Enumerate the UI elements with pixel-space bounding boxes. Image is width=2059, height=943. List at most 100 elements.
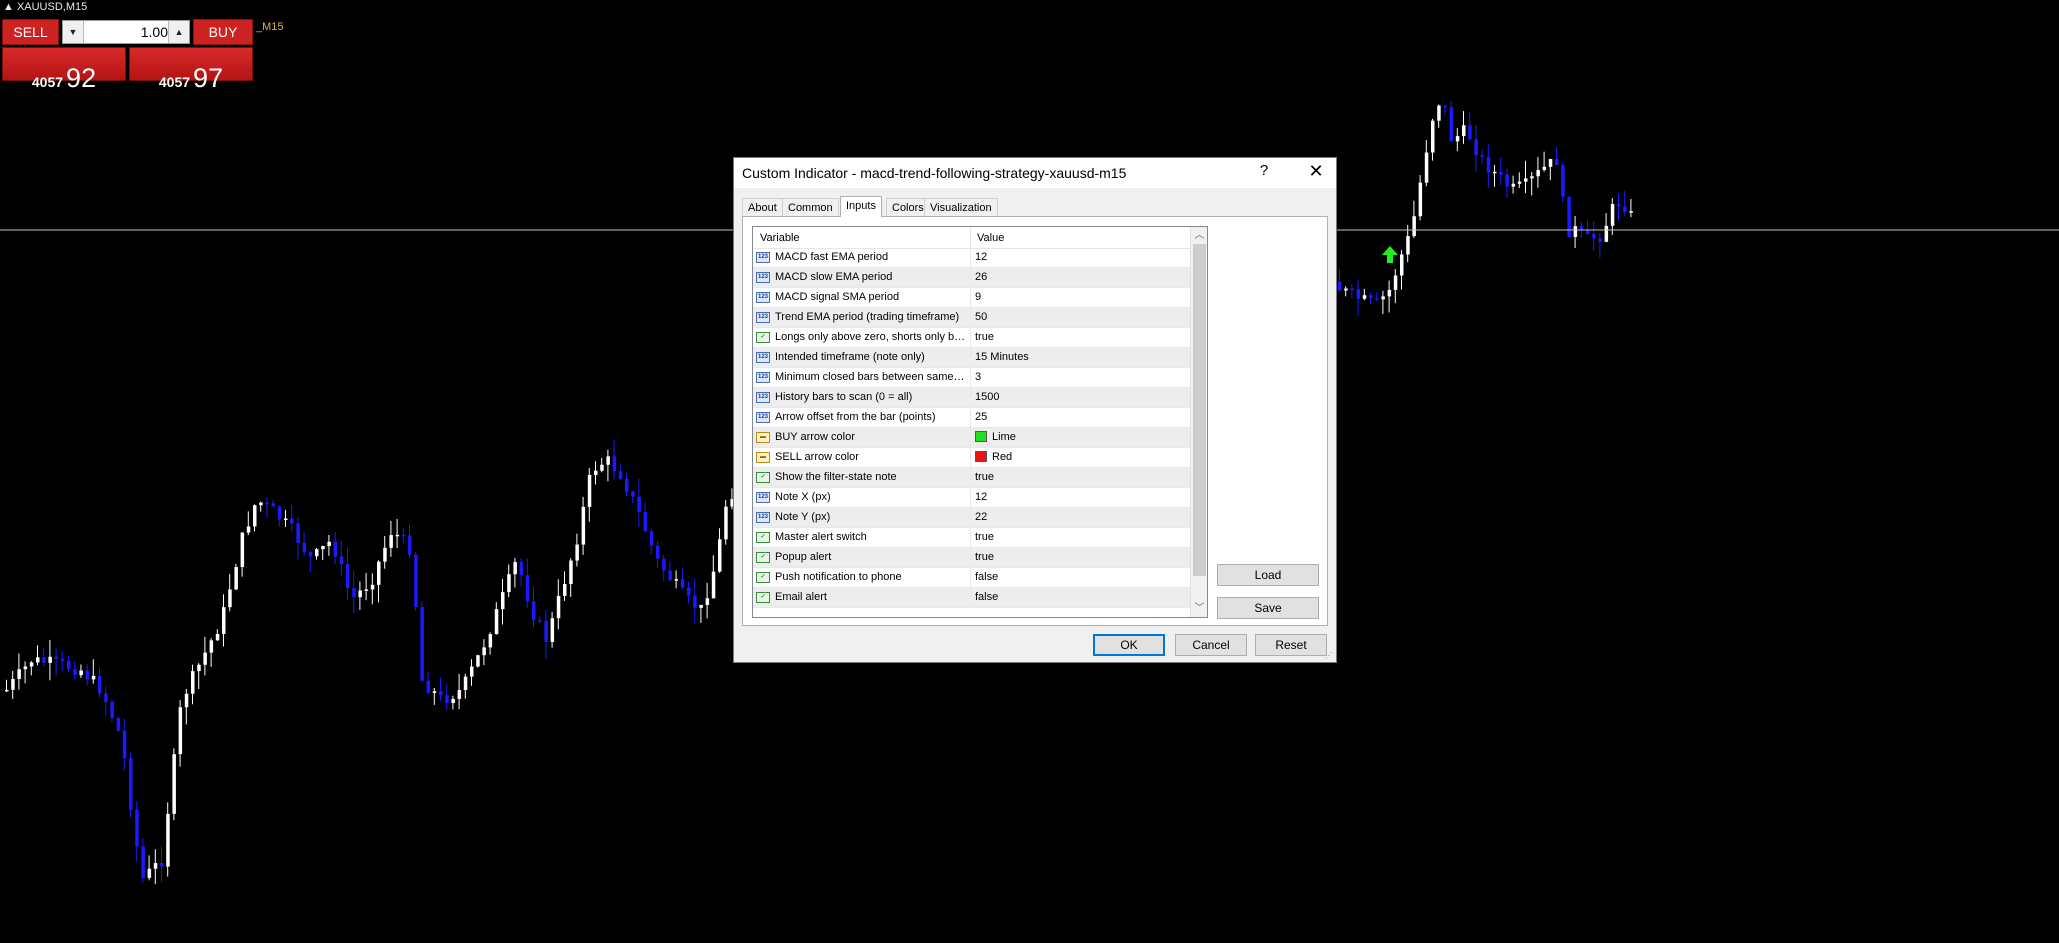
candle-body	[581, 506, 586, 545]
input-variable-name: Minimum closed bars between same-si...	[775, 371, 967, 383]
candle-body	[1493, 171, 1497, 174]
input-value[interactable]: 25	[975, 411, 987, 423]
candle-body	[488, 634, 493, 648]
input-value[interactable]: 50	[975, 311, 987, 323]
lot-size-input[interactable]	[84, 22, 171, 41]
input-value[interactable]: 15 Minutes	[975, 351, 1029, 363]
scroll-thumb[interactable]	[1193, 244, 1206, 576]
candle-body	[1617, 204, 1621, 207]
int-type-icon: 123	[756, 392, 770, 403]
input-row[interactable]: 123 MACD signal SMA period 9	[753, 288, 1190, 308]
input-row[interactable]: ✓ Master alert switch true	[753, 528, 1190, 548]
candle-body	[1369, 295, 1373, 299]
input-value[interactable]: 26	[975, 271, 987, 283]
input-row[interactable]: ✓ Push notification to phone false	[753, 568, 1190, 588]
candle-body	[1437, 105, 1441, 121]
candle-body	[302, 542, 307, 552]
candle-body	[184, 693, 189, 708]
tab-common[interactable]: Common	[782, 198, 839, 216]
candle-body	[1629, 211, 1633, 213]
input-row[interactable]: 123 MACD fast EMA period 12	[753, 248, 1190, 268]
sell-price-minor: 92	[66, 63, 97, 93]
lot-decrease-arrow-icon[interactable]: ▼	[63, 21, 84, 43]
column-header-variable[interactable]: Variable	[760, 232, 800, 244]
input-value[interactable]: 12	[975, 491, 987, 503]
tab-visualization[interactable]: Visualization	[924, 198, 998, 216]
input-row[interactable]: ✓ Popup alert true	[753, 548, 1190, 568]
indicator-short-name: _M15	[256, 21, 284, 33]
input-value[interactable]: Lime	[975, 431, 1016, 443]
candle-body	[191, 671, 195, 694]
scroll-up-icon[interactable]: ︿	[1191, 227, 1207, 244]
input-value-text: true	[975, 551, 994, 563]
input-value[interactable]: true	[975, 551, 994, 563]
input-value[interactable]: Red	[975, 451, 1012, 463]
sell-button[interactable]: SELL	[2, 19, 59, 45]
input-value[interactable]: 22	[975, 511, 987, 523]
input-row[interactable]: 123 History bars to scan (0 = all) 1500	[753, 388, 1190, 408]
buy-button[interactable]: BUY	[193, 19, 253, 45]
candle-body	[439, 691, 443, 696]
close-icon[interactable]: ✕	[1306, 161, 1326, 182]
reset-button[interactable]: Reset	[1255, 634, 1327, 656]
input-row[interactable]: ▬ SELL arrow color Red	[753, 448, 1190, 468]
input-value[interactable]: true	[975, 531, 994, 543]
load-button[interactable]: Load	[1217, 564, 1319, 586]
candle-body	[60, 658, 65, 661]
resize-grip-icon[interactable]: ⋰	[1325, 651, 1335, 661]
grid-scrollbar[interactable]: ︿ ﹀	[1190, 227, 1207, 617]
candle-body	[662, 558, 666, 571]
input-value[interactable]: true	[975, 471, 994, 483]
input-value[interactable]: false	[975, 591, 998, 603]
cancel-button[interactable]: Cancel	[1175, 634, 1247, 656]
input-value[interactable]: 1500	[975, 391, 999, 403]
lot-size-stepper[interactable]: ▼ ▲	[62, 20, 190, 44]
sell-price-button[interactable]: 4057 92	[2, 47, 126, 93]
column-header-value[interactable]: Value	[977, 232, 1004, 244]
input-value[interactable]: 12	[975, 251, 987, 263]
ok-button[interactable]: OK	[1093, 634, 1165, 656]
dialog-titlebar[interactable]: Custom Indicator - macd-trend-following-…	[734, 158, 1336, 188]
candle-body	[104, 693, 108, 702]
input-value[interactable]: true	[975, 331, 994, 343]
buy-price-button[interactable]: 4057 97	[129, 47, 253, 93]
help-icon[interactable]: ?	[1254, 162, 1274, 179]
candle-body	[408, 535, 412, 555]
tab-inputs[interactable]: Inputs	[840, 196, 882, 217]
input-row[interactable]: ✓ Email alert false	[753, 588, 1190, 608]
input-row[interactable]: 123 Minimum closed bars between same-si..…	[753, 368, 1190, 388]
input-value[interactable]: 3	[975, 371, 981, 383]
input-row[interactable]: 123 Note X (px) 12	[753, 488, 1190, 508]
candle-body	[5, 689, 9, 692]
input-value[interactable]: false	[975, 571, 998, 583]
input-row[interactable]: 123 Intended timeframe (note only) 15 Minu…	[753, 348, 1190, 368]
input-variable-name: Push notification to phone	[775, 571, 902, 583]
input-row[interactable]: 123 Arrow offset from the bar (points) 25	[753, 408, 1190, 428]
candle-body	[1548, 159, 1553, 167]
candle-body	[414, 554, 418, 608]
input-row[interactable]: ✓ Show the filter-state note true	[753, 468, 1190, 488]
input-value-text: 25	[975, 411, 988, 423]
tab-about[interactable]: About	[742, 198, 783, 216]
candle-body	[284, 518, 288, 521]
candle-body	[1561, 165, 1565, 197]
candle-body	[358, 590, 362, 598]
buy-price-major: 4057	[158, 74, 191, 90]
candle-body	[1338, 281, 1342, 291]
input-value[interactable]: 9	[975, 291, 981, 303]
lot-increase-arrow-icon[interactable]: ▲	[168, 21, 189, 43]
candle-body	[48, 656, 52, 663]
candle-body	[426, 680, 431, 694]
save-button[interactable]: Save	[1217, 597, 1319, 619]
input-row[interactable]: 123 Note Y (px) 22	[753, 508, 1190, 528]
candle-body	[1387, 289, 1392, 297]
scroll-down-icon[interactable]: ﹀	[1191, 600, 1207, 617]
input-row[interactable]: 123 Trend EMA period (trading timeframe) 5…	[753, 308, 1190, 328]
input-row[interactable]: ✓ Longs only above zero, shorts only be..…	[753, 328, 1190, 348]
candle-body	[680, 579, 685, 588]
candle-body	[315, 549, 319, 557]
candle-body	[1610, 204, 1615, 226]
input-row[interactable]: 123 MACD slow EMA period 26	[753, 268, 1190, 288]
candle-body	[197, 664, 201, 672]
input-row[interactable]: ▬ BUY arrow color Lime	[753, 428, 1190, 448]
